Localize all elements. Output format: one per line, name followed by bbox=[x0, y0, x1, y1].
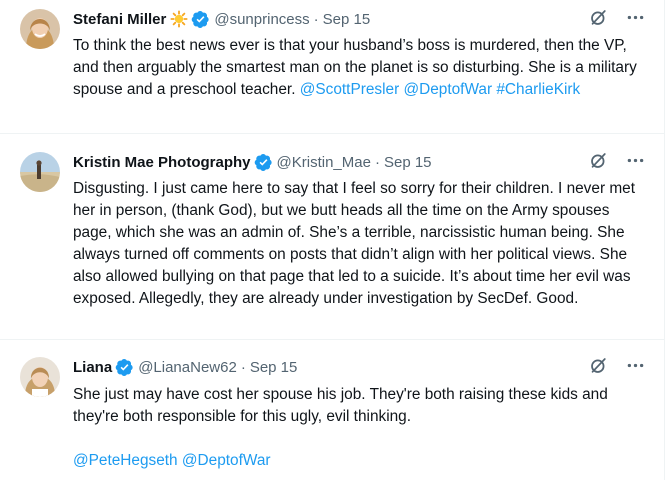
hashtag-link[interactable]: #CharlieKirk bbox=[496, 81, 580, 98]
tweet-text: To think the best news ever is that your… bbox=[73, 35, 650, 101]
tweet-text: She just may have cost her spouse his jo… bbox=[73, 384, 650, 472]
tweet-actions bbox=[588, 355, 646, 380]
handle[interactable]: @LianaNew62 bbox=[138, 359, 237, 376]
mention-line: @PeteHegseth @DeptofWar bbox=[73, 450, 650, 472]
tweet-header: Kristin Mae Photography @Kristin_Mae · S… bbox=[73, 152, 646, 172]
more-options-icon[interactable] bbox=[625, 355, 646, 380]
display-name[interactable]: Stefani Miller bbox=[73, 11, 166, 28]
sun-emoji-icon bbox=[170, 10, 188, 28]
tweet[interactable]: Stefani Miller @sunprincess · Sep 15 To … bbox=[0, 0, 664, 134]
tweet-body-text: Disgusting. I just came here to say that… bbox=[73, 180, 635, 307]
grok-icon[interactable] bbox=[588, 7, 609, 32]
timestamp[interactable]: Sep 15 bbox=[384, 154, 432, 171]
mention-link[interactable]: @DeptofWar bbox=[182, 452, 271, 469]
avatar[interactable] bbox=[20, 9, 60, 49]
avatar[interactable] bbox=[20, 357, 60, 397]
separator-dot: · bbox=[374, 153, 380, 171]
tweet-actions bbox=[588, 7, 646, 32]
display-name[interactable]: Kristin Mae Photography bbox=[73, 154, 251, 171]
tweet-header: Stefani Miller @sunprincess · Sep 15 bbox=[73, 9, 646, 29]
tweet-body-text: She just may have cost her spouse his jo… bbox=[73, 386, 608, 425]
mention-link[interactable]: @PeteHegseth bbox=[73, 452, 178, 469]
display-name[interactable]: Liana bbox=[73, 359, 112, 376]
timestamp[interactable]: Sep 15 bbox=[323, 11, 371, 28]
more-options-icon[interactable] bbox=[625, 150, 646, 175]
tweet-actions bbox=[588, 150, 646, 175]
handle[interactable]: @Kristin_Mae bbox=[277, 154, 371, 171]
verified-badge-icon bbox=[191, 10, 210, 29]
tweet-header: Liana @LianaNew62 · Sep 15 bbox=[73, 357, 646, 377]
verified-badge-icon bbox=[115, 358, 134, 377]
tweet-text: Disgusting. I just came here to say that… bbox=[73, 178, 650, 310]
mention-link[interactable]: @DeptofWar bbox=[403, 81, 492, 98]
tweet[interactable]: Kristin Mae Photography @Kristin_Mae · S… bbox=[0, 134, 664, 340]
separator-dot: · bbox=[240, 358, 246, 376]
grok-icon[interactable] bbox=[588, 150, 609, 175]
tweet[interactable]: Liana @LianaNew62 · Sep 15 She just may … bbox=[0, 340, 664, 480]
avatar[interactable] bbox=[20, 152, 60, 192]
mention-link[interactable]: @ScottPresler bbox=[300, 81, 399, 98]
reply-feed: Stefani Miller @sunprincess · Sep 15 To … bbox=[0, 0, 665, 480]
handle[interactable]: @sunprincess bbox=[214, 11, 309, 28]
more-options-icon[interactable] bbox=[625, 7, 646, 32]
timestamp[interactable]: Sep 15 bbox=[250, 359, 298, 376]
separator-dot: · bbox=[313, 10, 319, 28]
grok-icon[interactable] bbox=[588, 355, 609, 380]
verified-badge-icon bbox=[254, 153, 273, 172]
